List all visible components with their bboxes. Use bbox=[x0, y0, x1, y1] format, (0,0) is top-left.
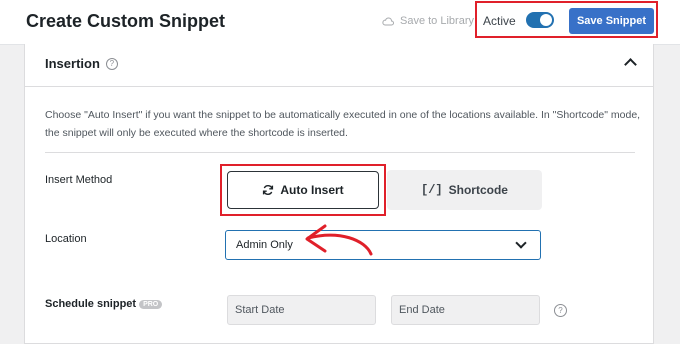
auto-insert-label: Auto Insert bbox=[280, 183, 344, 197]
active-toggle[interactable] bbox=[526, 12, 554, 28]
pro-badge: PRO bbox=[139, 299, 163, 309]
auto-insert-button[interactable]: Auto Insert bbox=[227, 171, 379, 209]
insertion-panel: Insertion ? Choose "Auto Insert" if you … bbox=[24, 44, 654, 344]
save-to-library-link[interactable]: Save to Library bbox=[382, 15, 474, 27]
start-date-input[interactable]: Start Date bbox=[227, 295, 376, 325]
divider bbox=[45, 152, 635, 153]
page-header: Create Custom Snippet Save to Library Ac… bbox=[0, 0, 680, 45]
location-label: Location bbox=[45, 233, 87, 245]
schedule-snippet-row: Schedule snippet PRO bbox=[45, 298, 163, 310]
active-label: Active bbox=[483, 14, 516, 28]
end-date-input[interactable]: End Date bbox=[391, 295, 540, 325]
insertion-section-header[interactable]: Insertion ? bbox=[45, 56, 118, 71]
insertion-description: Choose "Auto Insert" if you want the sni… bbox=[45, 109, 641, 139]
chevron-down-icon bbox=[515, 237, 527, 249]
chevron-up-icon[interactable] bbox=[624, 58, 637, 71]
divider bbox=[25, 86, 653, 87]
shortcode-icon: [/] bbox=[421, 183, 443, 197]
shortcode-label: Shortcode bbox=[448, 183, 508, 197]
save-to-library-label: Save to Library bbox=[400, 15, 474, 27]
location-value: Admin Only bbox=[236, 239, 293, 251]
shortcode-button[interactable]: [/] Shortcode bbox=[387, 170, 542, 210]
start-date-placeholder: Start Date bbox=[235, 304, 285, 316]
schedule-label: Schedule snippet bbox=[45, 298, 137, 310]
location-select[interactable]: Admin Only bbox=[225, 230, 541, 260]
save-snippet-button[interactable]: Save Snippet bbox=[569, 8, 654, 34]
cloud-icon bbox=[382, 16, 394, 25]
toggle-knob bbox=[540, 14, 552, 26]
help-icon[interactable]: ? bbox=[105, 57, 118, 70]
section-title: Insertion bbox=[45, 56, 100, 71]
insert-method-label: Insert Method bbox=[45, 174, 113, 186]
help-icon[interactable]: ? bbox=[554, 304, 567, 317]
refresh-icon bbox=[263, 185, 274, 195]
page-title: Create Custom Snippet bbox=[26, 11, 226, 31]
end-date-placeholder: End Date bbox=[399, 304, 445, 316]
